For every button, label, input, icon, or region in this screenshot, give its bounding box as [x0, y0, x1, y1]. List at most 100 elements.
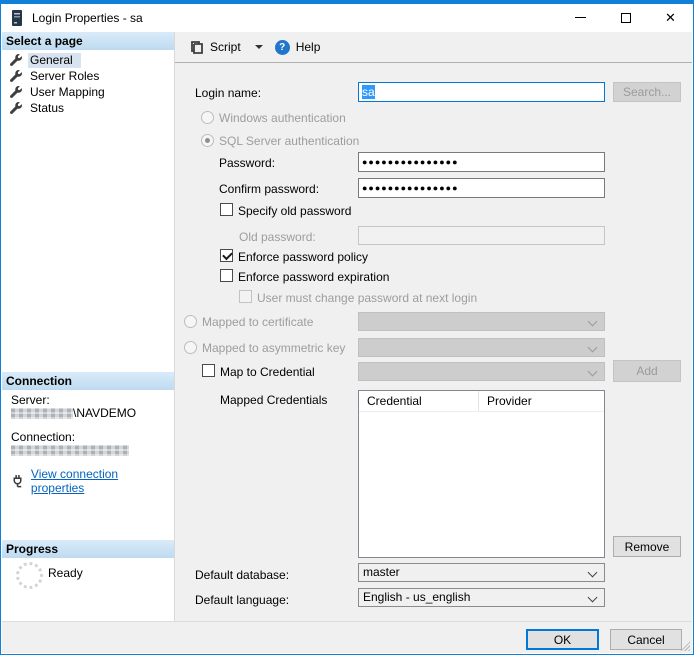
- server-value-suffix: \NAVDEMO: [73, 406, 136, 420]
- password-input[interactable]: ●●●●●●●●●●●●●●●: [358, 152, 605, 172]
- map-to-credential-checkbox[interactable]: [202, 364, 215, 377]
- sidebar-item-label: Status: [28, 101, 72, 116]
- connection-plug-icon: [11, 474, 26, 488]
- wrench-icon: [10, 102, 22, 114]
- toolbar: Script ? Help: [175, 32, 692, 63]
- specify-old-password-label: Specify old password: [238, 204, 351, 218]
- script-icon: [189, 40, 204, 55]
- ok-button[interactable]: OK: [526, 629, 599, 650]
- progress-status: Ready: [48, 566, 83, 580]
- mapped-to-asymmetric-key-label: Mapped to asymmetric key: [202, 341, 345, 355]
- default-language-value: English - us_english: [363, 590, 470, 604]
- help-button[interactable]: Help: [296, 40, 321, 54]
- maximize-button[interactable]: [603, 4, 648, 31]
- search-button[interactable]: Search...: [613, 82, 681, 102]
- mapped-to-asymmetric-key-radio[interactable]: [184, 341, 197, 354]
- sidebar-item-status[interactable]: Status: [10, 100, 72, 116]
- main-pane: Script ? Help Login name: sa Search... W…: [175, 32, 692, 623]
- provider-column-header[interactable]: Provider: [479, 391, 604, 411]
- sidebar-item-general[interactable]: General: [10, 52, 81, 68]
- login-name-label: Login name:: [195, 86, 261, 100]
- certificate-combobox[interactable]: [358, 312, 605, 331]
- default-database-value: master: [363, 565, 400, 579]
- progress-section-header: Progress: [2, 540, 174, 558]
- script-label: Script: [210, 40, 241, 54]
- confirm-password-label: Confirm password:: [219, 182, 319, 196]
- script-dropdown-caret-icon[interactable]: [255, 45, 263, 49]
- old-password-input[interactable]: [358, 226, 605, 245]
- chevron-down-icon: [588, 593, 598, 603]
- must-change-password-checkbox[interactable]: [239, 290, 252, 303]
- default-language-combobox[interactable]: English - us_english: [358, 588, 605, 607]
- specify-old-password-checkbox[interactable]: [220, 203, 233, 216]
- progress-spinner-icon: [16, 562, 43, 589]
- chevron-down-icon: [588, 317, 598, 327]
- must-change-password-label: User must change password at next login: [257, 291, 477, 305]
- sidebar-item-label: User Mapping: [28, 85, 113, 100]
- view-connection-properties-link[interactable]: View connection properties: [31, 467, 174, 495]
- enforce-password-expiration-label: Enforce password expiration: [238, 270, 389, 284]
- close-icon: ✕: [665, 11, 676, 24]
- sidebar-item-label: Server Roles: [28, 69, 107, 84]
- dialog-footer: OK Cancel: [2, 621, 692, 653]
- wrench-icon: [10, 54, 22, 66]
- asymmetric-key-combobox[interactable]: [358, 338, 605, 357]
- mapped-credentials-table[interactable]: Credential Provider: [358, 390, 605, 558]
- credential-combobox[interactable]: [358, 362, 605, 381]
- cancel-button[interactable]: Cancel: [610, 629, 682, 650]
- enforce-password-policy-label: Enforce password policy: [238, 250, 368, 264]
- view-connection-properties-row: View connection properties: [11, 467, 174, 495]
- map-to-credential-label: Map to Credential: [220, 365, 315, 379]
- sidebar-item-label: General: [28, 53, 81, 68]
- chevron-down-icon: [588, 568, 598, 578]
- windows-auth-radio[interactable]: [201, 111, 214, 124]
- login-name-value: sa: [362, 85, 375, 99]
- connection-value-redacted: [11, 445, 129, 456]
- connection-label: Connection:: [11, 430, 75, 444]
- sql-auth-label: SQL Server authentication: [219, 134, 359, 148]
- maximize-icon: [621, 13, 631, 23]
- mapped-to-certificate-radio[interactable]: [184, 315, 197, 328]
- window-title: Login Properties - sa: [32, 11, 143, 25]
- login-properties-dialog: Login Properties - sa ✕ Select a page Ge…: [0, 0, 694, 655]
- confirm-password-input[interactable]: ●●●●●●●●●●●●●●●: [358, 178, 605, 198]
- sidebar-item-server-roles[interactable]: Server Roles: [10, 68, 107, 84]
- server-value-redacted: [11, 408, 73, 419]
- minimize-icon: [575, 17, 586, 18]
- sidebar: Select a page General Server Roles User …: [2, 32, 175, 623]
- mapped-credentials-label: Mapped Credentials: [220, 393, 327, 407]
- default-database-combobox[interactable]: master: [358, 563, 605, 582]
- resize-grip[interactable]: [679, 640, 690, 651]
- connection-value: [11, 443, 129, 457]
- chevron-down-icon: [588, 367, 598, 377]
- select-a-page-header: Select a page: [2, 32, 174, 50]
- login-name-input[interactable]: sa: [358, 82, 605, 102]
- script-button[interactable]: Script: [185, 37, 245, 58]
- wrench-icon: [10, 70, 22, 82]
- titlebar[interactable]: Login Properties - sa ✕: [1, 4, 693, 31]
- table-header-row: Credential Provider: [359, 391, 604, 412]
- general-page-form: Login name: sa Search... Windows authent…: [175, 63, 692, 623]
- wrench-icon: [10, 86, 22, 98]
- default-language-label: Default language:: [195, 593, 289, 607]
- sidebar-item-user-mapping[interactable]: User Mapping: [10, 84, 113, 100]
- password-label: Password:: [219, 156, 275, 170]
- server-label: Server:: [11, 393, 50, 407]
- windows-auth-label: Windows authentication: [219, 111, 346, 125]
- credential-column-header[interactable]: Credential: [359, 391, 479, 411]
- remove-button[interactable]: Remove: [613, 536, 681, 557]
- old-password-label: Old password:: [239, 230, 316, 244]
- mapped-to-certificate-label: Mapped to certificate: [202, 315, 313, 329]
- chevron-down-icon: [588, 343, 598, 353]
- login-server-icon: [11, 10, 23, 26]
- add-button[interactable]: Add: [613, 360, 681, 382]
- minimize-button[interactable]: [558, 4, 603, 31]
- server-value: \NAVDEMO: [11, 406, 136, 420]
- enforce-password-policy-checkbox[interactable]: [220, 249, 233, 262]
- default-database-label: Default database:: [195, 568, 289, 582]
- connection-section-header: Connection: [2, 372, 174, 390]
- help-icon: ?: [275, 40, 290, 55]
- close-button[interactable]: ✕: [648, 4, 693, 31]
- sql-auth-radio[interactable]: [201, 134, 214, 147]
- enforce-password-expiration-checkbox[interactable]: [220, 269, 233, 282]
